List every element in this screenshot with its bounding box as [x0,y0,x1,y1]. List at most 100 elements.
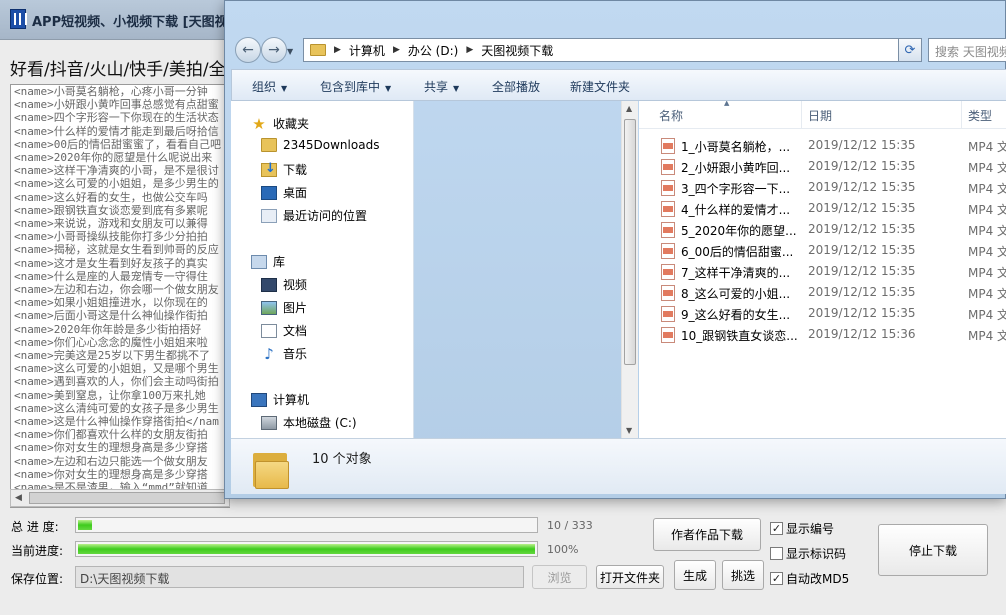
include-in-library-menu[interactable]: 包含到库中 ▼ [320,78,391,95]
nav-item-pictures[interactable]: 图片 [261,299,307,316]
log-line: <name>你对女生的理想身高是多少穿搭 [14,441,208,455]
scroll-up-icon[interactable]: ▲ [626,104,632,113]
folder-icon [253,449,289,489]
show-mark-checkbox[interactable]: 显示标识码 [770,545,846,562]
file-type: MP4 文件 [968,287,1006,301]
address-bar[interactable]: ▶ 计算机 ▶ 办公 (D:) ▶ 天图视频下载 ▼ [303,38,921,62]
column-header-type[interactable]: 类型 [968,107,992,124]
current-progress-fill [78,544,535,554]
scroll-left-icon[interactable]: ◀ [15,493,22,503]
generate-button[interactable]: 生成 [674,560,716,590]
file-row[interactable]: 9_这么好看的女生...2019/12/12 15:35MP4 文件1,449 … [639,303,1006,324]
file-row[interactable]: 7_这样干净清爽的...2019/12/12 15:35MP4 文件1,444 … [639,261,1006,282]
nav-item-downloads[interactable]: 下载 [261,161,307,178]
mp4-file-icon [661,285,675,301]
nav-item-label: 视频 [283,278,308,292]
show-number-checkbox[interactable]: ✓ 显示编号 [770,520,834,537]
refresh-button[interactable]: ⟳ [898,38,922,62]
checkbox-box[interactable]: ✓ [770,522,783,535]
open-folder-button[interactable]: 打开文件夹 [596,565,664,589]
log-line: <name>这么可爱的小姐姐，又是哪个男生 [14,362,219,376]
breadcrumb-separator-icon[interactable]: ▶ [393,45,400,55]
log-line: <name>你们心心念念的魔性小姐姐来啦 [14,335,208,349]
auto-md5-checkbox[interactable]: ✓ 自动改MD5 [770,570,849,587]
scrollbar-thumb[interactable] [29,492,225,504]
nav-item-recent-places[interactable]: 最近访问的位置 [261,207,367,224]
nav-libraries[interactable]: 库 [251,253,285,270]
explorer-navigation-bar: ← → ▼ ▶ 计算机 ▶ 办公 (D:) ▶ 天图视频下载 ▼ ⟳ 搜索 天图… [225,33,1006,67]
recent-pages-dropdown-icon[interactable]: ▼ [287,47,293,56]
breadcrumb-separator-icon[interactable]: ▶ [466,45,473,55]
log-horizontal-scrollbar[interactable]: ◀ [10,489,230,507]
file-row[interactable]: 6_00后的情侣甜蜜...2019/12/12 15:35MP4 文件1,418… [639,240,1006,261]
file-row[interactable]: 1_小哥莫名躺枪，...2019/12/12 15:35MP4 文件2,351 … [639,135,1006,156]
browse-button[interactable]: 浏览 [532,565,587,589]
file-date: 2019/12/12 15:35 [808,180,916,194]
file-name: 3_四个字形容一下... [681,182,791,196]
share-menu[interactable]: 共享 ▼ [424,78,459,95]
download-log[interactable]: <name>小哥莫名躺枪，心疼小哥一分钟 <name>小妍跟小黄咋回事总感觉有点甜… [10,84,230,508]
file-row[interactable]: 8_这么可爱的小姐...2019/12/12 15:35MP4 文件2,508 … [639,282,1006,303]
log-line: <name>2020年你的愿望是什么呢说出来 [14,151,213,165]
mp4-file-icon [661,243,675,259]
search-input[interactable]: 搜索 天图视频 [928,38,1006,62]
breadcrumb-drive-d[interactable]: 办公 (D:) [408,42,458,59]
nav-item-2345downloads[interactable]: 2345Downloads [261,138,379,152]
back-button[interactable]: ← [235,37,261,63]
stop-download-button[interactable]: 停止下载 [878,524,988,576]
navigation-pane-scrollbar[interactable]: ▲ ▼ [621,101,638,438]
organize-menu[interactable]: 组织 ▼ [252,78,287,95]
play-all-button[interactable]: 全部播放 [492,78,540,95]
navigation-pane: ★ 收藏夹 2345Downloads 下载 桌面 最近访问的位置 库 视频 [231,101,414,438]
nav-item-desktop[interactable]: 桌面 [261,184,307,201]
total-progress-label: 总 进 度: [11,520,59,534]
file-date: 2019/12/12 15:35 [808,306,916,320]
log-line: <name>你们都喜欢什么样的女朋友街拍 [14,428,208,442]
nav-computer[interactable]: 计算机 [251,391,309,408]
file-name: 4_什么样的爱情才... [681,203,791,217]
new-folder-button[interactable]: 新建文件夹 [570,78,630,95]
log-line: <name>这么好看的女生，也做公交车吗 [14,190,208,204]
music-note-icon: ♪ [264,344,274,363]
file-row[interactable]: 3_四个字形容一下...2019/12/12 15:35MP4 文件1,723 … [639,177,1006,198]
nav-item-videos[interactable]: 视频 [261,276,307,293]
author-works-download-button[interactable]: 作者作品下载 [653,518,761,551]
pick-button[interactable]: 挑选 [722,560,764,590]
chevron-down-icon: ▼ [281,84,288,93]
nav-item-music[interactable]: ♪ 音乐 [261,345,307,362]
log-line: <name>跟钢铁直女谈恋爱到底有多累呢 [14,203,208,217]
checkbox-box[interactable] [770,547,783,560]
breadcrumb-separator-icon[interactable]: ▶ [334,45,341,55]
file-row[interactable]: 2_小妍跟小黄咋回...2019/12/12 15:35MP4 文件1,478 … [639,156,1006,177]
column-header-row: 名称 ▲ 日期 类型 大小 长度 [639,101,1006,129]
scroll-down-icon[interactable]: ▼ [626,426,632,435]
mp4-file-icon [661,327,675,343]
nav-item-local-disk-c[interactable]: 本地磁盘 (C:) [261,414,357,431]
file-row[interactable]: 10_跟钢铁直女谈恋...2019/12/12 15:36MP4 文件1,959… [639,324,1006,345]
mp4-file-icon [661,180,675,196]
desktop-icon [261,185,277,200]
sort-ascending-icon: ▲ [724,101,730,107]
column-header-date[interactable]: 日期 [808,107,832,124]
nav-libraries-label: 库 [273,255,286,269]
breadcrumb-computer[interactable]: 计算机 [349,42,385,59]
recent-places-icon [261,208,277,223]
file-row[interactable]: 5_2020年你的愿望...2019/12/12 15:35MP4 文件1,86… [639,219,1006,240]
file-type: MP4 文件 [968,329,1006,343]
column-divider[interactable] [961,101,962,129]
column-header-name[interactable]: 名称 [659,107,683,124]
column-divider[interactable] [801,101,802,129]
save-path-field[interactable]: D:\天图视频下载 [75,566,524,588]
app-title: APP短视频、小视频下载 [天图视频助 [32,15,254,30]
forward-button[interactable]: → [261,37,287,63]
nav-favorites[interactable]: ★ 收藏夹 [251,115,309,132]
log-line: <name>四个字形容一下你现在的生活状态 [14,111,219,125]
file-row[interactable]: 4_什么样的爱情才...2019/12/12 15:35MP4 文件2,144 … [639,198,1006,219]
nav-computer-label: 计算机 [273,393,310,407]
nav-item-documents[interactable]: 文档 [261,322,307,339]
breadcrumb-current-folder[interactable]: 天图视频下载 [481,42,553,59]
file-name: 7_这样干净清爽的... [681,266,791,280]
scrollbar-thumb[interactable] [624,119,636,365]
log-line: <name>左边和右边只能选一个做女朋友 [14,454,208,468]
checkbox-box[interactable]: ✓ [770,572,783,585]
